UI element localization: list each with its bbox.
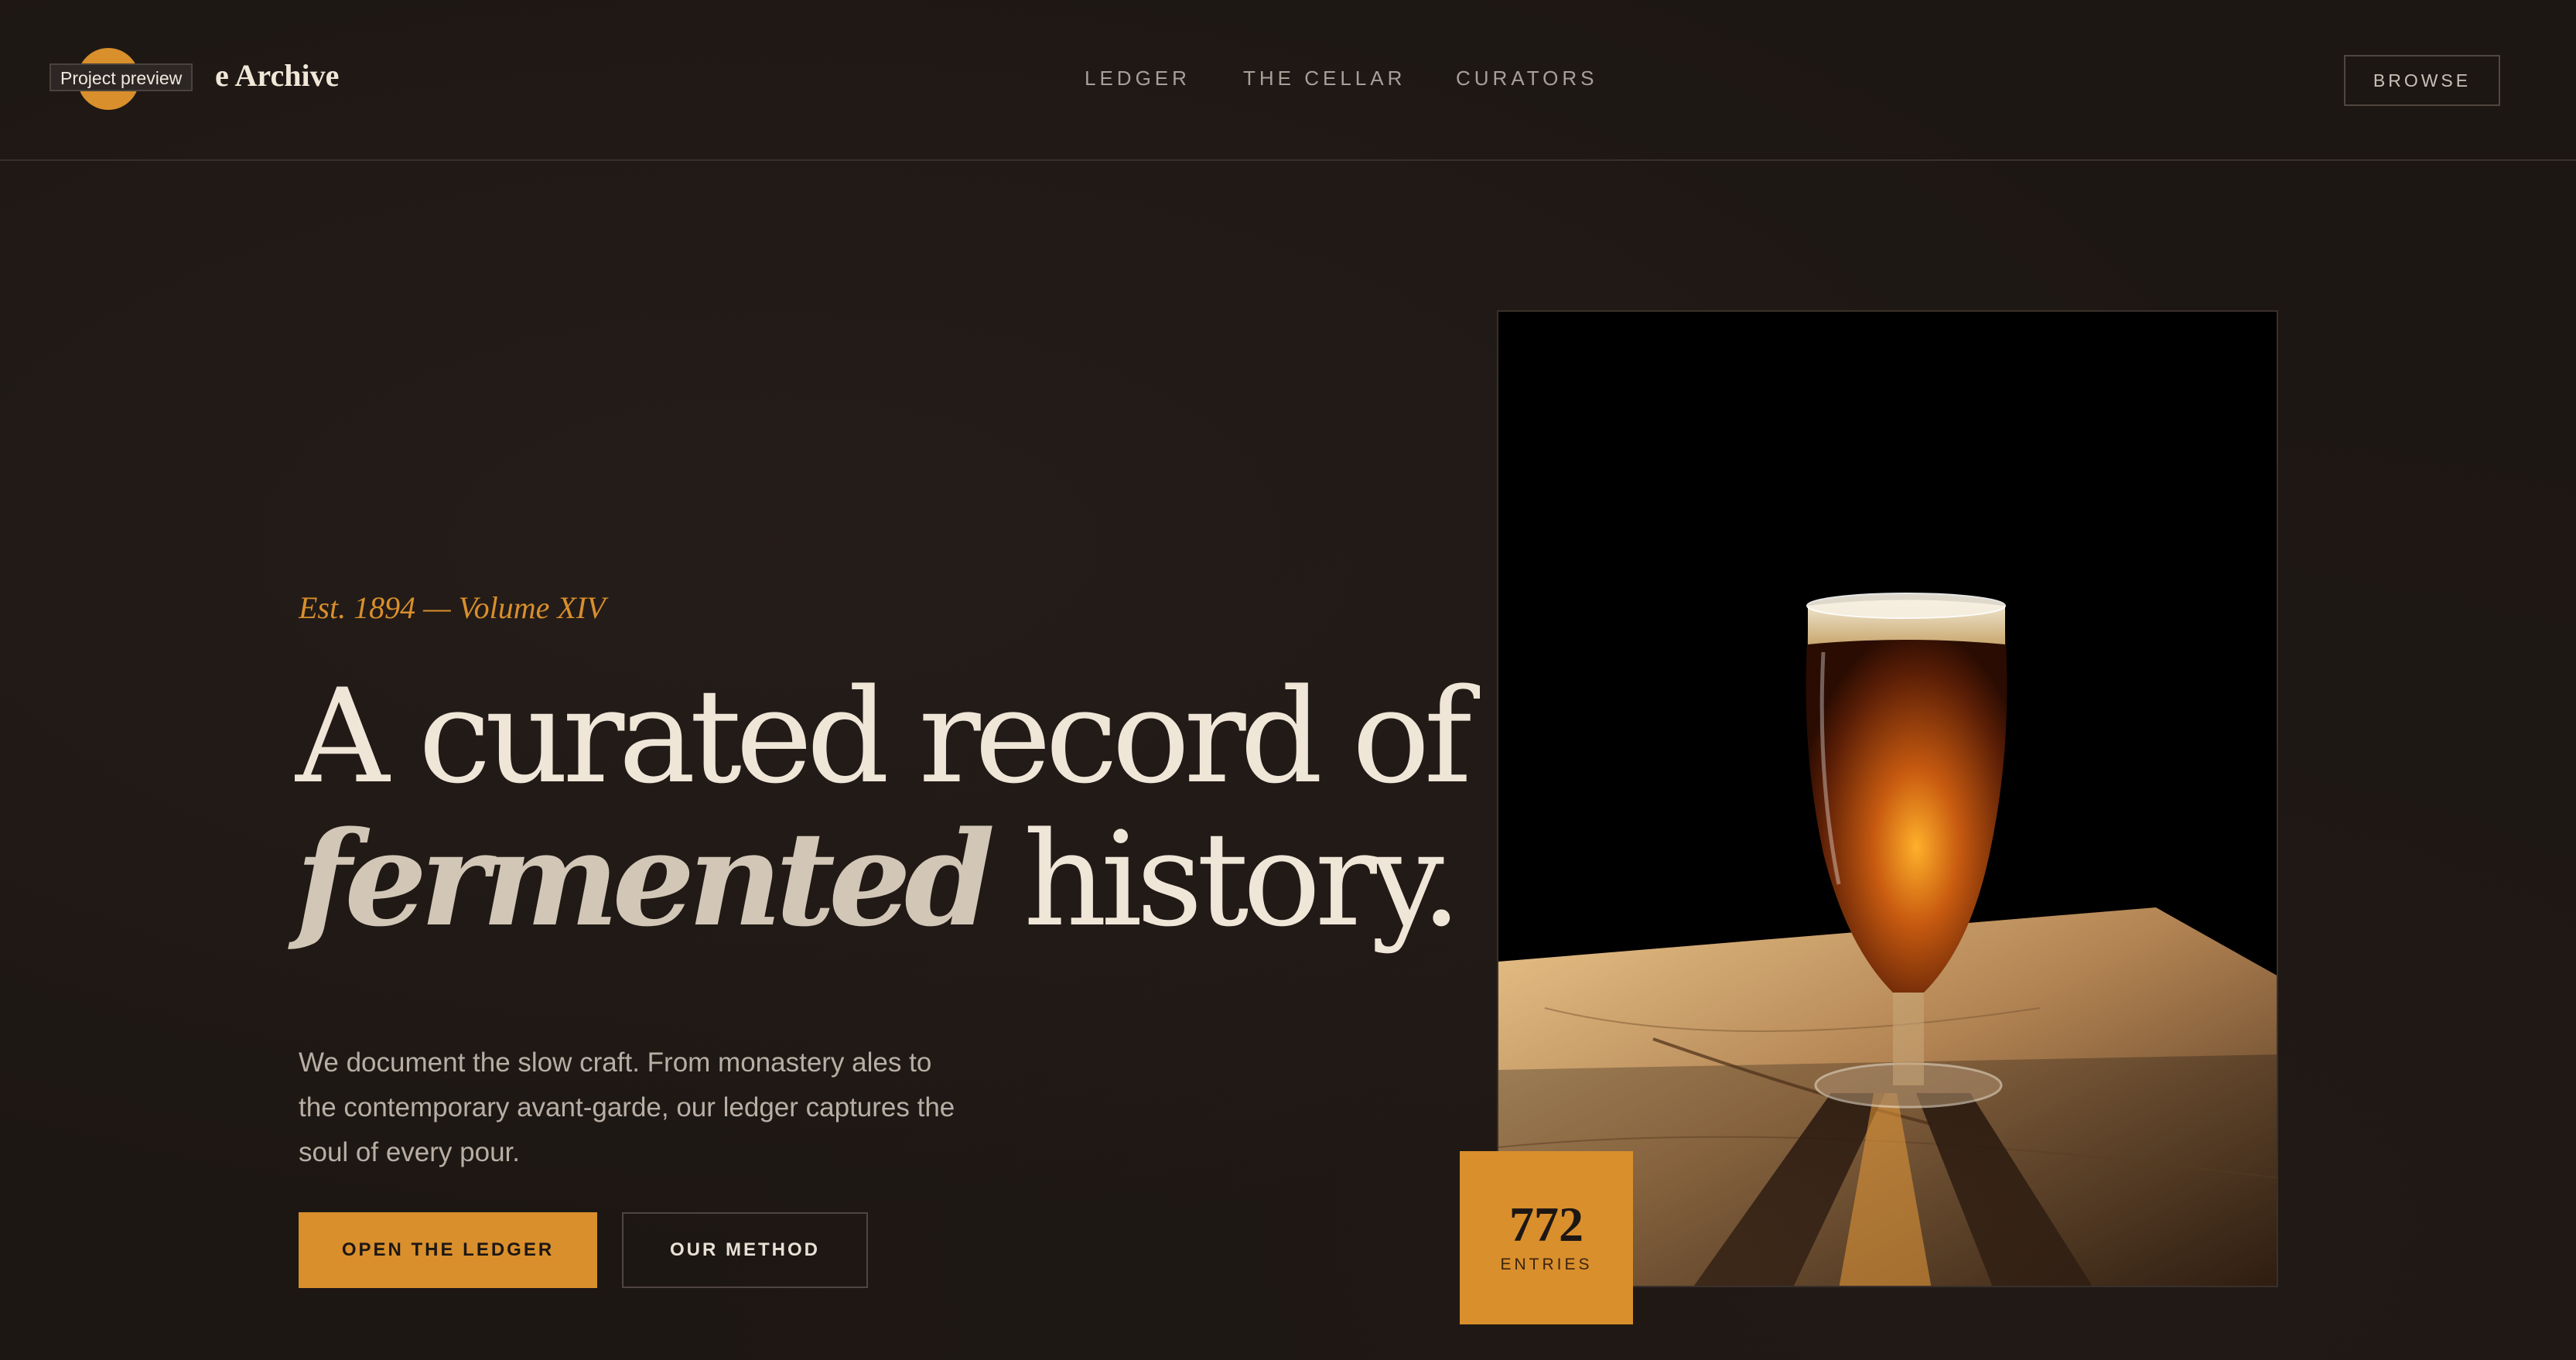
brand-name[interactable]: e Archive — [215, 57, 339, 94]
hero-lead: We document the slow craft. From monaste… — [299, 1047, 955, 1167]
headline-line-1: A curated record of — [296, 661, 1472, 812]
site-header: e Archive Project preview LEDGER THE CEL… — [0, 0, 2576, 161]
entries-label: ENTRIES — [1500, 1256, 1593, 1273]
beer-glass-photo — [1497, 310, 2278, 1287]
entries-count: 772 — [1509, 1197, 1584, 1252]
open-ledger-button[interactable]: OPEN THE LEDGER — [299, 1212, 597, 1288]
our-method-button[interactable]: OUR METHOD — [622, 1212, 868, 1288]
hero-eyebrow: Est. 1894 — Volume XIV — [299, 590, 606, 625]
headline-rest: history. — [988, 804, 1462, 955]
headline-emphasis: fermented — [296, 802, 995, 955]
beer-glass-illustration — [1498, 312, 2277, 1286]
hero-headline: A curated record of fermented history. — [296, 665, 1472, 951]
browse-button[interactable]: BROWSE — [2344, 55, 2500, 106]
project-preview-tooltip: Project preview — [50, 63, 193, 91]
entries-stat: 772 ENTRIES — [1460, 1151, 1633, 1324]
nav-link-curators[interactable]: CURATORS — [1456, 67, 1598, 91]
nav-link-the-cellar[interactable]: THE CELLAR — [1243, 67, 1406, 91]
nav-link-ledger[interactable]: LEDGER — [1085, 67, 1191, 91]
